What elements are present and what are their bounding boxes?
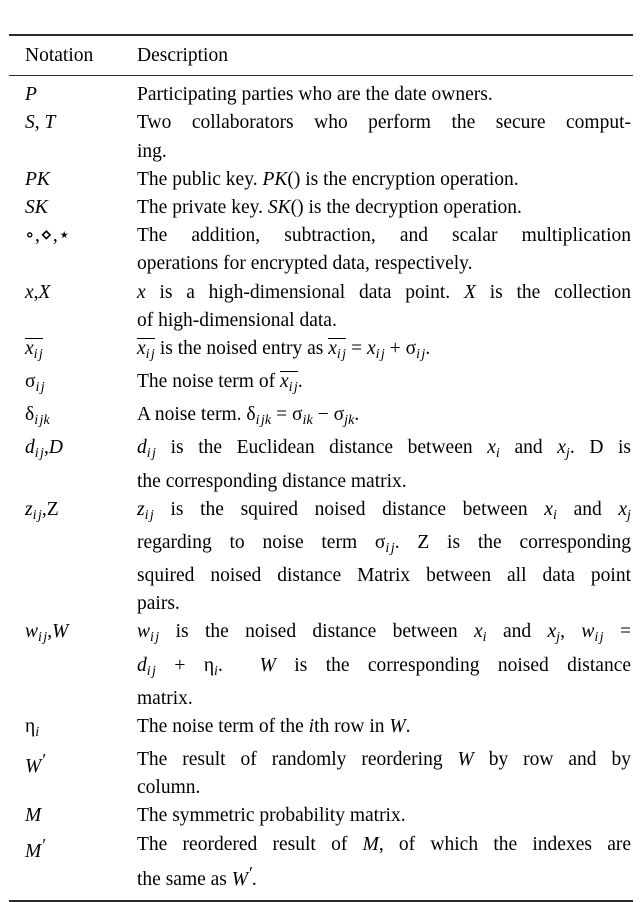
table-header-row: Notation Description [9, 36, 633, 75]
cell-description: Participating parties who are the date o… [137, 84, 493, 106]
cell-notation: PK [25, 168, 50, 190]
column-header-description: Description [137, 45, 228, 66]
cell-notation: wi j,W [25, 621, 69, 646]
cell-description: The addition, subtraction, and scalar mu… [137, 225, 631, 275]
table-body: P Participating parties who are the date… [9, 76, 633, 900]
table-row: wi j,W wi j is the noised distance betwe… [9, 618, 633, 712]
cell-description: Two collaborators who perform the secure… [137, 112, 631, 162]
table-row: ηi The noise term of the ith row in W. [9, 713, 633, 746]
notation-table: Notation Description P Participating par… [9, 34, 633, 902]
cell-notation: M′ [25, 834, 46, 862]
cell-notation: zi j,Z [25, 498, 59, 523]
column-header-notation: Notation [25, 45, 94, 66]
cell-description: di j is the Euclidean distance between x… [137, 437, 631, 492]
cell-description: The noise term of xi j. [137, 370, 303, 396]
table-row: zi j,Z zi j is the squired noised distan… [9, 496, 633, 619]
cell-description: The reordered result of M, of which the … [137, 833, 631, 890]
cell-description: xi j is the noised entry as xi j = xi j … [137, 337, 431, 362]
cell-notation: xi j [25, 337, 43, 362]
cell-description: The result of randomly reordering W by r… [137, 748, 631, 799]
cell-description: x is a high-dimensional data point. X is… [137, 281, 631, 331]
cell-notation: M [25, 805, 42, 827]
cell-description: The private key. SK() is the decryption … [137, 197, 522, 219]
cell-description: The symmetric probability matrix. [137, 805, 406, 827]
cell-notation: W′ [25, 749, 46, 777]
table-row: σi j The noise term of xi j. [9, 368, 633, 401]
cell-description: zi j is the squired noised distance betw… [137, 498, 632, 615]
table-row: xi j xi j is the noised entry as xi j = … [9, 335, 633, 368]
table-row: SK The private key. SK() is the decrypti… [9, 194, 633, 222]
cell-notation: S, T [25, 112, 56, 134]
table-row: ∘,⋄,⋆ The addition, subtraction, and sca… [9, 222, 633, 278]
table-row: P Participating parties who are the date… [9, 81, 633, 109]
table-row: S, T Two collaborators who perform the s… [9, 109, 633, 165]
table-row: M′ The reordered result of M, of which t… [9, 831, 633, 894]
table-row: δi jk A noise term. δi jk = σik − σjk. [9, 401, 633, 434]
cell-notation: x,X [25, 281, 51, 303]
table-row: di j,D di j is the Euclidean distance be… [9, 434, 633, 495]
cell-notation: di j,D [25, 437, 63, 462]
cell-notation: ηi [25, 715, 40, 740]
cell-description: A noise term. δi jk = σik − σjk. [137, 404, 360, 429]
cell-notation: SK [25, 197, 48, 219]
table-page: Table 1: The notation definitions. Notat… [0, 0, 640, 902]
cell-description: wi j is the noised distance between xi a… [137, 621, 632, 709]
cell-notation: P [25, 84, 37, 106]
table-row: x,X x is a high-dimensional data point. … [9, 279, 633, 335]
cell-description: The public key. PK() is the encryption o… [137, 168, 519, 190]
cell-notation: ∘,⋄,⋆ [25, 225, 71, 247]
cell-description: The noise term of the ith row in W. [137, 715, 411, 737]
table-caption: Table 1: The notation definitions. [0, 0, 640, 5]
table-caption-clip: Table 1: The notation definitions. [0, 0, 640, 7]
cell-notation: δi jk [25, 404, 50, 429]
table-row: M The symmetric probability matrix. [9, 802, 633, 830]
cell-notation: σi j [25, 371, 45, 396]
table-row: PK The public key. PK() is the encryptio… [9, 166, 633, 194]
table-row: W′ The result of randomly reordering W b… [9, 746, 633, 802]
